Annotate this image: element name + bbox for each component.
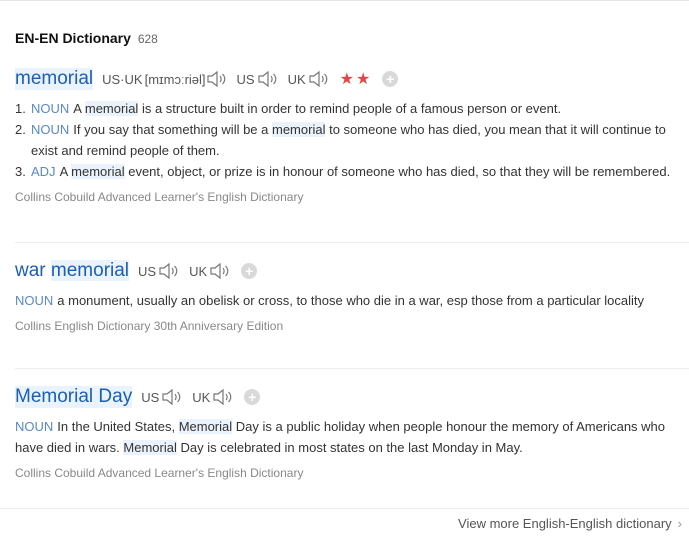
definition-item: 2. NOUN If you say that something will be… xyxy=(15,122,666,158)
part-of-speech: NOUN xyxy=(31,122,70,137)
entry-memorial: memorial US·UK [mɪmɔːriəl] US UK ★★ + 1.… xyxy=(15,66,689,204)
definition-item: NOUN In the United States, Memorial Day i… xyxy=(15,419,666,455)
source-citation: Collins English Dictionary 30th Annivers… xyxy=(15,319,284,333)
speaker-icon[interactable] xyxy=(257,70,279,88)
ipa-text: [mɪmɔːriəl] xyxy=(144,71,206,87)
dictionary-header: EN-EN Dictionary 628 xyxy=(15,30,158,46)
entry-divider xyxy=(15,242,689,243)
speaker-icon[interactable] xyxy=(161,388,183,406)
entry-divider xyxy=(15,368,689,369)
add-circle-icon[interactable]: + xyxy=(241,263,258,279)
speaker-icon[interactable] xyxy=(158,262,180,280)
definition-item: 1. NOUN A memorial is a structure built i… xyxy=(15,101,562,116)
headword-link[interactable]: Memorial Day xyxy=(15,386,133,408)
result-count: 628 xyxy=(137,32,158,46)
pron-label: US·UK xyxy=(102,71,143,87)
definition-item: NOUN a monument, usually an obelisk or cr… xyxy=(15,293,645,308)
view-more-link[interactable]: View more English-English dictionary › xyxy=(458,516,682,531)
definition-item: 3. ADJ A memorial event, object, or prize… xyxy=(15,164,671,179)
add-circle-icon[interactable]: + xyxy=(244,389,261,405)
part-of-speech: NOUN xyxy=(15,293,54,308)
add-circle-icon[interactable]: + xyxy=(382,71,399,87)
speaker-icon[interactable] xyxy=(212,388,234,406)
speaker-icon[interactable] xyxy=(308,70,330,88)
source-citation: Collins Cobuild Advanced Learner's Engli… xyxy=(15,190,304,204)
part-of-speech: ADJ xyxy=(31,164,56,179)
speaker-icon[interactable] xyxy=(209,262,231,280)
headword-link[interactable]: war memorial xyxy=(15,260,130,282)
footer-divider xyxy=(0,508,689,509)
speaker-icon[interactable] xyxy=(206,70,228,88)
top-divider xyxy=(0,0,689,1)
uk-label: UK xyxy=(287,71,306,87)
headword-link[interactable]: memorial xyxy=(15,68,94,90)
uk-label: UK xyxy=(192,389,211,405)
us-label: US xyxy=(141,389,160,405)
source-citation: Collins Cobuild Advanced Learner's Engli… xyxy=(15,466,304,480)
uk-label: UK xyxy=(189,263,208,279)
dictionary-title: EN-EN Dictionary xyxy=(15,30,131,46)
part-of-speech: NOUN xyxy=(31,101,70,116)
us-label: US xyxy=(236,71,255,87)
entry-memorial-day: Memorial Day US UK + NOUN In the United S… xyxy=(15,384,689,480)
entry-war-memorial: war memorial US UK + NOUN a monument, usu… xyxy=(15,258,689,333)
part-of-speech: NOUN xyxy=(15,419,54,434)
chevron-right-icon: › xyxy=(677,516,682,531)
us-label: US xyxy=(138,263,157,279)
frequency-stars: ★★ xyxy=(339,71,373,88)
